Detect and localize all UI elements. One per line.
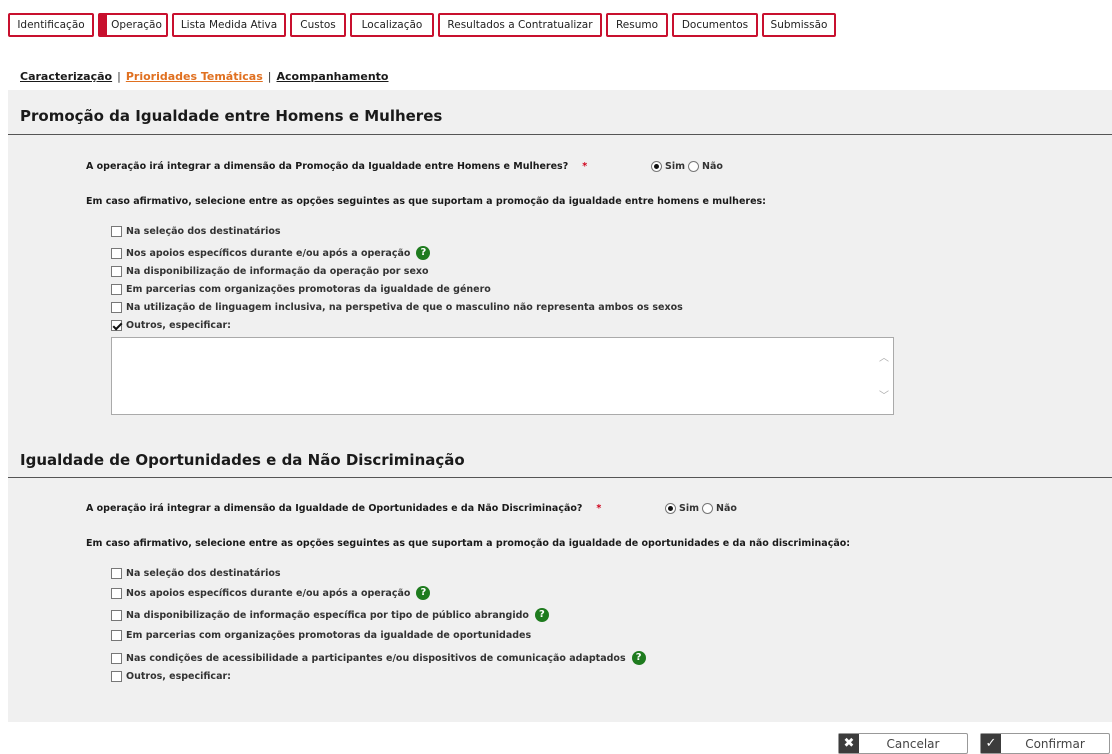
tab-resultados-a-contratualizar[interactable]: Resultados a Contratualizar [438,13,602,37]
option-label: Na seleção dos destinatários [126,226,281,237]
subnav-prioridades-tematicas[interactable]: Prioridades Temáticas [126,70,263,83]
question-igualdade-oportunidades: A operação irá integrar a dimensão da Ig… [86,503,601,514]
tab-operacao[interactable]: Operação [98,13,168,37]
section-title-igualdade-oportunidades: Igualdade de Oportunidades e da Não Disc… [20,451,465,469]
tab-identificacao[interactable]: Identificação [8,13,94,37]
checkbox[interactable] [111,652,122,664]
help-icon[interactable]: ? [631,651,646,665]
confirm-label: Confirmar [1025,736,1085,751]
subnav-separator: | [267,70,272,83]
required-marker: * [582,161,588,172]
section-title-igualdade-homens-mulheres: Promoção da Igualdade entre Homens e Mul… [20,107,443,125]
cancel-button[interactable]: ✖ Cancelar [838,733,968,754]
scroll-up-icon[interactable]: ︿ [879,354,889,364]
checkbox[interactable] [111,587,122,599]
checkbox[interactable] [111,302,122,313]
tab-resumo[interactable]: Resumo [606,13,668,37]
question-igualdade-homens-mulheres: A operação irá integrar a dimensão da Pr… [86,161,587,172]
radio-group-igualdade-oportunidades: Sim Não [665,503,740,514]
options-intro: Em caso afirmativo, selecione entre as o… [86,538,851,549]
section-divider [8,477,1112,478]
radio-sim[interactable] [651,161,662,172]
option-label: Na disponibilização de informação da ope… [126,266,429,277]
option-label: Outros, especificar: [126,320,231,331]
checkbox[interactable] [111,630,122,641]
confirm-button[interactable]: ✓ Confirmar [980,733,1110,754]
checkbox[interactable] [111,284,122,295]
option-label: Nas condições de acessibilidade a partic… [126,652,626,664]
option-label: Na disponibilização de informação especí… [126,609,529,621]
checkbox[interactable] [111,247,122,259]
option-row: Outros, especificar: [111,320,231,331]
help-icon[interactable]: ? [534,608,549,622]
tab-custos[interactable]: Custos [290,13,346,37]
close-icon: ✖ [839,734,859,753]
subnav-caracterizacao[interactable]: Caracterização [20,70,112,83]
option-row: Outros, especificar: [111,671,231,682]
option-row: Na disponibilização de informação especí… [111,608,549,622]
radio-nao-label: Não [702,161,723,172]
outros-especificar-textarea[interactable]: ︿ ﹀ [111,337,894,415]
option-row: Na disponibilização de informação da ope… [111,266,429,277]
tab-lista-medida-ativa[interactable]: Lista Medida Ativa [172,13,286,37]
checkbox[interactable] [111,266,122,277]
options-intro: Em caso afirmativo, selecione entre as o… [86,196,766,207]
scroll-down-icon[interactable]: ﹀ [879,392,889,402]
radio-nao-label: Não [716,503,737,514]
radio-sim-label: Sim [665,161,685,172]
radio-sim[interactable] [665,503,676,514]
subnav: Caracterização | Prioridades Temáticas | Aco… [20,70,389,83]
option-label: Na seleção dos destinatários [126,568,281,579]
radio-nao[interactable] [688,161,699,172]
checkbox[interactable] [111,568,122,579]
checkbox[interactable] [111,671,122,682]
option-row: Na seleção dos destinatários [111,226,281,237]
option-label: Em parcerias com organizações promotoras… [126,630,532,641]
option-label: Na utilização de linguagem inclusiva, na… [126,302,683,313]
option-row: Em parcerias com organizações promotoras… [111,630,531,641]
tab-documentos[interactable]: Documentos [672,13,758,37]
option-row: Na seleção dos destinatários [111,568,281,579]
option-label: Em parcerias com organizações promotoras… [126,284,491,295]
section-divider [8,134,1112,135]
radio-nao[interactable] [702,503,713,514]
option-row: Nos apoios específicos durante e/ou após… [111,586,431,600]
content-panel: Promoção da Igualdade entre Homens e Mul… [8,90,1112,722]
help-icon[interactable]: ? [416,246,431,260]
radio-sim-label: Sim [679,503,699,514]
option-label: Nos apoios específicos durante e/ou após… [126,247,411,259]
check-icon: ✓ [981,734,1001,753]
subnav-acompanhamento[interactable]: Acompanhamento [276,70,388,83]
option-row: Em parcerias com organizações promotoras… [111,284,491,295]
option-label: Nos apoios específicos durante e/ou após… [126,587,411,599]
help-icon[interactable]: ? [416,586,431,600]
required-marker: * [596,503,602,514]
subnav-separator: | [117,70,121,83]
option-row: Nos apoios específicos durante e/ou após… [111,246,431,260]
checkbox-checked[interactable] [111,320,122,331]
option-row: Nas condições de acessibilidade a partic… [111,651,646,665]
cancel-label: Cancelar [886,736,940,751]
checkbox[interactable] [111,226,122,237]
question-text: A operação irá integrar a dimensão da Ig… [86,503,583,514]
question-text: A operação irá integrar a dimensão da Pr… [86,161,569,172]
tab-submissao[interactable]: Submissão [762,13,836,37]
checkbox[interactable] [111,609,122,621]
option-row: Na utilização de linguagem inclusiva, na… [111,302,683,313]
tab-localizacao[interactable]: Localização [350,13,434,37]
radio-group-igualdade-homens-mulheres: Sim Não [651,161,726,172]
option-label: Outros, especificar: [126,671,231,682]
